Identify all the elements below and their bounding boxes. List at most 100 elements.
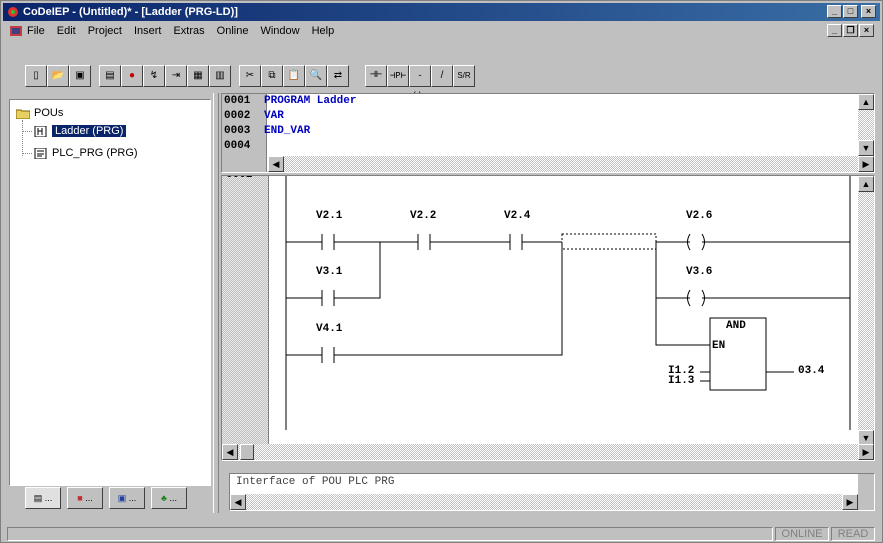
copy-icon[interactable]: ⧉ bbox=[261, 65, 283, 87]
document-menu-icon[interactable] bbox=[9, 25, 23, 37]
contact-v2-4-label[interactable]: V2.4 bbox=[504, 210, 530, 222]
tab-pous-label: ... bbox=[44, 493, 53, 503]
menu-bar: File Edit Project Insert Extras Online W… bbox=[3, 22, 880, 40]
tab-resources-label: ... bbox=[169, 493, 177, 503]
decl-line: 0001 PROGRAM Ladder bbox=[222, 94, 356, 109]
negate-icon[interactable]: / bbox=[431, 65, 453, 87]
tree-item-plc-prg[interactable]: PLC_PRG (PRG) bbox=[34, 145, 138, 161]
tab-data-types-icon: ■ bbox=[77, 493, 83, 503]
scroll-right-icon[interactable]: ▶ bbox=[858, 444, 874, 460]
tab-resources-icon: ♣ bbox=[161, 493, 167, 503]
ladder-horizontal-scrollbar[interactable]: ◀ ▶ bbox=[222, 444, 874, 460]
ladder-editor[interactable]: 0001 V2.1 V2.2 V2.4 V2.6 V3.1 V3.6 V4.1 … bbox=[221, 175, 875, 461]
toolbar: ▯ 📂 ▣ ▤ ● ↯ ⇥ ▦ ▥ ✂ ⧉ 📋 🔍 ⇄ ⊣⊢ ⊣P⊢ -()- … bbox=[3, 43, 880, 101]
print-icon[interactable]: ▦ bbox=[187, 65, 209, 87]
child-close-button[interactable]: × bbox=[859, 24, 874, 37]
scroll-left-icon[interactable]: ◀ bbox=[222, 444, 238, 460]
maximize-button[interactable]: □ bbox=[843, 5, 858, 18]
menu-help[interactable]: Help bbox=[312, 22, 335, 40]
line-number: 0002 bbox=[224, 110, 251, 122]
pou-ladder-icon bbox=[34, 125, 47, 137]
scroll-right-icon[interactable]: ▶ bbox=[842, 494, 858, 510]
interface-splitter-grip[interactable] bbox=[858, 474, 874, 510]
contact-v3-1-label[interactable]: V3.1 bbox=[316, 266, 342, 278]
tab-data-types[interactable]: ■ ... bbox=[67, 487, 103, 509]
tab-visualizations-label: ... bbox=[128, 493, 137, 503]
horizontal-splitter[interactable] bbox=[221, 463, 875, 469]
menu-insert[interactable]: Insert bbox=[134, 22, 162, 40]
status-message bbox=[7, 527, 773, 541]
menu-online[interactable]: Online bbox=[217, 22, 249, 40]
logout-icon[interactable]: ⇥ bbox=[165, 65, 187, 87]
scroll-left-icon[interactable]: ◀ bbox=[230, 494, 246, 510]
contact-v2-2-label[interactable]: V2.2 bbox=[410, 210, 436, 222]
scroll-up-icon[interactable]: ▲ bbox=[858, 94, 874, 110]
vertical-splitter[interactable] bbox=[213, 93, 219, 513]
coil-v2-6-label[interactable]: V2.6 bbox=[686, 210, 712, 222]
login-icon[interactable]: ↯ bbox=[143, 65, 165, 87]
status-online: ONLINE bbox=[775, 527, 829, 541]
and-block-en: EN bbox=[712, 340, 726, 352]
decl-line-text: END_VAR bbox=[264, 125, 311, 137]
open-icon[interactable]: 📂 bbox=[47, 65, 69, 87]
app-icon bbox=[8, 7, 18, 17]
scroll-thumb[interactable] bbox=[240, 444, 254, 460]
tab-pous[interactable]: ▤ ... bbox=[25, 487, 61, 509]
child-restore-button[interactable]: ❐ bbox=[843, 24, 858, 37]
tree-root-pous[interactable]: POUs bbox=[16, 105, 63, 121]
tree-item-ladder-label: Ladder (PRG) bbox=[52, 125, 127, 137]
menu-window[interactable]: Window bbox=[260, 22, 299, 40]
child-minimize-button[interactable]: _ bbox=[827, 24, 842, 37]
tree-item-ladder[interactable]: Ladder (PRG) bbox=[34, 123, 127, 139]
decl-vertical-scrollbar[interactable]: ▲ ▼ bbox=[858, 94, 874, 156]
scroll-left-icon[interactable]: ◀ bbox=[268, 156, 284, 172]
scroll-up-icon[interactable]: ▲ bbox=[858, 176, 874, 192]
decl-horizontal-scrollbar[interactable]: ◀ ▶ bbox=[268, 156, 874, 172]
stop-icon[interactable]: ● bbox=[121, 65, 143, 87]
line-number: 0004 bbox=[224, 140, 251, 152]
contact-icon[interactable]: ⊣⊢ bbox=[365, 65, 387, 87]
tree-root-label: POUs bbox=[34, 107, 64, 119]
new-icon[interactable]: ▯ bbox=[25, 65, 47, 87]
interface-panel[interactable]: Interface of POU PLC PRG ◀ ▶ bbox=[229, 473, 875, 511]
window-title: CoDeIEP - (Untitled)* - [Ladder (PRG-LD)… bbox=[23, 6, 238, 18]
main-window: CoDeIEP - (Untitled)* - [Ladder (PRG-LD)… bbox=[0, 0, 883, 543]
tab-visualizations[interactable]: ▣ ... bbox=[109, 487, 145, 509]
coil-icon[interactable]: -()- bbox=[409, 65, 431, 101]
menu-edit[interactable]: Edit bbox=[57, 22, 76, 40]
tab-visualizations-icon: ▣ bbox=[117, 493, 127, 503]
tab-resources[interactable]: ♣ ... bbox=[151, 487, 187, 509]
and-output-label[interactable]: 03.4 bbox=[798, 365, 824, 377]
save-icon[interactable]: ▣ bbox=[69, 65, 91, 87]
cut-icon[interactable]: ✂ bbox=[239, 65, 261, 87]
close-button[interactable]: × bbox=[861, 5, 876, 18]
declaration-editor[interactable]: 0001 PROGRAM Ladder 0002 VAR 0003 END_VAR 0… bbox=[221, 93, 875, 173]
and-input-2-label[interactable]: I1.3 bbox=[668, 375, 694, 387]
minimize-button[interactable]: _ bbox=[827, 5, 842, 18]
decl-line: 0004 bbox=[222, 139, 356, 154]
scroll-down-icon[interactable]: ▼ bbox=[858, 140, 874, 156]
decl-line: 0002 VAR bbox=[222, 109, 356, 124]
and-block-name[interactable]: AND bbox=[726, 320, 746, 332]
interface-text: Interface of POU PLC PRG bbox=[236, 476, 395, 488]
decl-line-text: VAR bbox=[264, 110, 284, 122]
parallel-contact-icon[interactable]: ⊣P⊢ bbox=[387, 65, 409, 87]
build-icon[interactable]: ▤ bbox=[99, 65, 121, 87]
menu-extras[interactable]: Extras bbox=[173, 22, 204, 40]
paste-icon[interactable]: 📋 bbox=[283, 65, 305, 87]
scroll-right-icon[interactable]: ▶ bbox=[858, 156, 874, 172]
replace-icon[interactable]: ⇄ bbox=[327, 65, 349, 87]
decl-line: 0003 END_VAR bbox=[222, 124, 356, 139]
print-setup-icon[interactable]: ▥ bbox=[209, 65, 231, 87]
menu-file[interactable]: File bbox=[27, 22, 45, 40]
ladder-vertical-scrollbar[interactable]: ▲ ▼ bbox=[858, 176, 874, 446]
set-reset-icon[interactable]: S/R bbox=[453, 65, 475, 87]
coil-v3-6-label[interactable]: V3.6 bbox=[686, 266, 712, 278]
menu-project[interactable]: Project bbox=[88, 22, 122, 40]
find-icon[interactable]: 🔍 bbox=[305, 65, 327, 87]
interface-horizontal-scrollbar[interactable]: ◀ ▶ bbox=[230, 494, 858, 510]
contact-v4-1-label[interactable]: V4.1 bbox=[316, 323, 342, 335]
object-organizer: POUs Ladder (PRG) PLC_PRG (PRG) bbox=[9, 99, 211, 486]
contact-v2-1-label[interactable]: V2.1 bbox=[316, 210, 342, 222]
folder-icon bbox=[16, 109, 30, 119]
